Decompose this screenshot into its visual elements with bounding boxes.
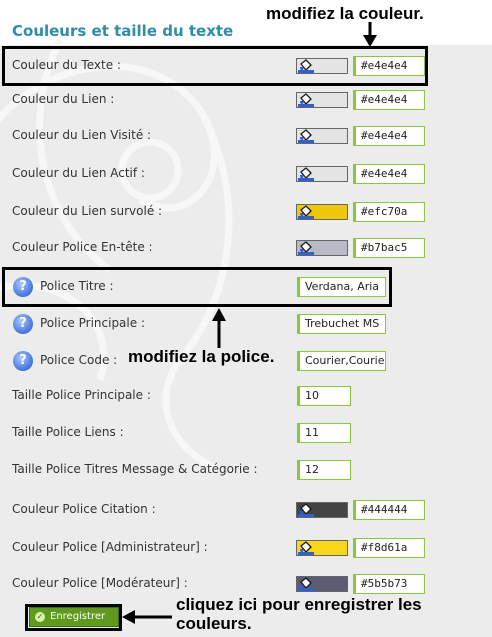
color-picker-button[interactable] bbox=[296, 204, 348, 220]
color-picker-button[interactable] bbox=[296, 240, 348, 256]
color-picker-button[interactable] bbox=[296, 502, 348, 518]
paint-bucket-icon bbox=[298, 93, 314, 107]
font-size-field[interactable]: 11 bbox=[297, 423, 351, 443]
color-picker-button[interactable] bbox=[296, 576, 348, 592]
row-label: Taille Police Titres Message & Catégorie… bbox=[12, 462, 258, 476]
annotation-modify-color: modifiez la couleur. bbox=[266, 4, 424, 23]
highlight-box-color-row bbox=[2, 46, 428, 86]
color-value-field[interactable]: #5b5b73 bbox=[353, 574, 425, 594]
color-value-field[interactable]: #e4e4e4 bbox=[353, 90, 425, 110]
row-label: Police Principale : bbox=[40, 316, 145, 330]
arrow-left-icon bbox=[122, 610, 172, 624]
settings-panel: Couleurs et taille du texte Couleur du T… bbox=[0, 0, 492, 637]
row-label: Couleur Police Citation : bbox=[12, 502, 156, 516]
paint-bucket-icon bbox=[298, 241, 314, 255]
color-value-field[interactable]: #f8d61a bbox=[353, 538, 425, 558]
paint-bucket-icon bbox=[298, 205, 314, 219]
paint-bucket-icon bbox=[298, 541, 314, 555]
color-picker-button[interactable] bbox=[296, 92, 348, 108]
color-value-field[interactable]: #efc70a bbox=[353, 202, 425, 222]
arrow-down-icon bbox=[363, 22, 377, 47]
color-picker-button[interactable] bbox=[296, 540, 348, 556]
highlight-box-font-row bbox=[2, 267, 392, 307]
section-title: Couleurs et taille du texte bbox=[12, 22, 234, 40]
paint-bucket-icon bbox=[298, 577, 314, 591]
row-label: Couleur du Lien Visité : bbox=[12, 128, 152, 142]
color-value-field[interactable]: #e4e4e4 bbox=[353, 164, 425, 184]
help-icon[interactable]: ? bbox=[13, 314, 33, 334]
row-label: Police Code : bbox=[40, 353, 118, 367]
color-picker-button[interactable] bbox=[296, 128, 348, 144]
help-icon[interactable]: ? bbox=[13, 351, 33, 371]
row-label: Taille Police Liens : bbox=[12, 425, 124, 439]
row-label: Couleur du Lien : bbox=[12, 92, 115, 106]
row-label: Couleur Police [Administrateur] : bbox=[12, 540, 208, 554]
annotation-modify-font: modifiez la police. bbox=[128, 347, 275, 366]
font-size-field[interactable]: 12 bbox=[297, 460, 351, 480]
paint-bucket-icon bbox=[298, 129, 314, 143]
font-family-field[interactable]: Trebuchet MS bbox=[297, 314, 386, 334]
color-value-field[interactable]: #444444 bbox=[353, 500, 425, 520]
paint-bucket-icon bbox=[298, 503, 314, 517]
row-label: Couleur Police En-tête : bbox=[12, 240, 153, 254]
paint-bucket-icon bbox=[298, 167, 314, 181]
font-size-field[interactable]: 10 bbox=[297, 386, 351, 406]
row-label: Taille Police Principale : bbox=[12, 388, 151, 402]
arrow-up-icon bbox=[212, 308, 226, 348]
highlight-box-save-button bbox=[25, 604, 122, 631]
color-value-field[interactable]: #e4e4e4 bbox=[353, 126, 425, 146]
color-picker-button[interactable] bbox=[296, 166, 348, 182]
color-value-field[interactable]: #b7bac5 bbox=[353, 238, 425, 258]
row-label: Couleur du Lien survolé : bbox=[12, 204, 163, 218]
annotation-save: cliquez ici pour enregistrer les couleur… bbox=[176, 595, 422, 633]
row-label: Couleur Police [Modérateur] : bbox=[12, 576, 188, 590]
row-label: Couleur du Lien Actif : bbox=[12, 166, 145, 180]
font-family-field[interactable]: Courier,Courie bbox=[297, 351, 386, 371]
